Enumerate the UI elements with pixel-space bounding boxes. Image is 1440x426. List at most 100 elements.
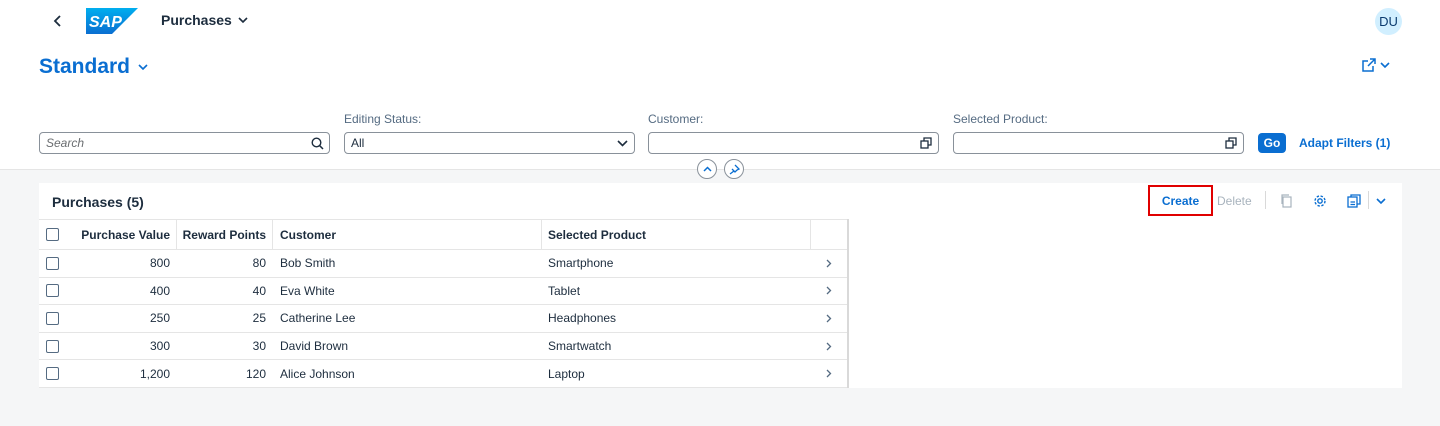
app-title: Purchases — [161, 12, 232, 28]
table-row[interactable]: 250 25 Catherine Lee Headphones — [39, 305, 848, 333]
customer-label: Customer: — [648, 112, 704, 126]
table-edge — [847, 219, 849, 388]
search-placeholder: Search — [46, 136, 85, 150]
column-divider — [272, 220, 273, 250]
chevron-right-icon — [823, 368, 835, 380]
row-select-cell — [46, 360, 59, 387]
row-checkbox[interactable] — [46, 311, 59, 325]
editing-status-label: Editing Status: — [344, 112, 422, 126]
pin-icon — [729, 164, 740, 175]
cell-selected-product: Laptop — [548, 366, 585, 381]
row-select-cell — [46, 333, 59, 360]
row-navigation[interactable] — [823, 360, 835, 387]
app-title-menu[interactable]: Purchases — [161, 12, 248, 28]
cell-purchase-value: 250 — [149, 311, 170, 326]
cell-selected-product: Tablet — [548, 283, 581, 298]
cell-selected-product: Headphones — [548, 311, 617, 326]
go-button[interactable]: Go — [1258, 133, 1286, 153]
row-checkbox[interactable] — [46, 339, 59, 353]
settings-icon[interactable] — [1312, 193, 1328, 209]
cell-reward-points: 120 — [245, 366, 266, 381]
cell-reward-points: 30 — [252, 339, 266, 354]
table-row[interactable]: 800 80 Bob Smith Smartphone — [39, 250, 848, 278]
sap-logo-text: SAP — [89, 14, 122, 31]
chevron-up-icon — [702, 166, 712, 172]
create-button[interactable]: Create — [1148, 185, 1213, 216]
cell-selected-product: Smartwatch — [548, 339, 612, 354]
editing-status-select[interactable]: All — [344, 132, 635, 154]
table-row[interactable]: 400 40 Eva White Tablet — [39, 278, 848, 306]
search-input[interactable]: Search — [39, 132, 330, 154]
sap-logo[interactable]: SAP — [86, 8, 138, 34]
column-header-reward-points[interactable]: Reward Points — [177, 220, 266, 249]
row-navigation[interactable] — [823, 305, 835, 332]
column-header-customer[interactable]: Customer — [280, 220, 336, 249]
cell-reward-points: 25 — [252, 311, 266, 326]
column-header-selected-product[interactable]: Selected Product — [548, 220, 646, 249]
cell-customer: Alice Johnson — [280, 366, 355, 381]
page-header: Standard Search Editing Status: All Cust… — [0, 42, 1440, 179]
table-row[interactable]: 1,200 120 Alice Johnson Laptop — [39, 360, 848, 388]
cell-selected-product: Smartphone — [548, 256, 614, 271]
toolbar-separator — [1265, 191, 1266, 209]
cell-customer: Eva White — [280, 283, 335, 298]
chevron-left-icon — [53, 15, 61, 27]
search-icon[interactable] — [310, 136, 324, 150]
cell-reward-points: 40 — [252, 283, 266, 298]
row-select-cell — [46, 305, 59, 332]
user-avatar[interactable]: DU — [1375, 8, 1402, 35]
share-button[interactable] — [1362, 58, 1390, 72]
cell-customer: David Brown — [280, 339, 349, 354]
chevron-down-icon — [1380, 61, 1390, 68]
collapse-header-button[interactable] — [697, 159, 717, 179]
table-row[interactable]: 300 30 David Brown Smartwatch — [39, 333, 848, 361]
row-select-cell — [46, 250, 59, 277]
delete-button[interactable]: Delete — [1217, 194, 1252, 208]
chevron-down-icon — [1376, 197, 1386, 204]
chevron-down-icon — [238, 16, 248, 23]
cell-purchase-value: 300 — [149, 339, 170, 354]
variant-title: Standard — [39, 55, 131, 78]
table-title: Purchases (5) — [52, 194, 144, 210]
pin-header-button[interactable] — [724, 159, 744, 179]
row-checkbox[interactable] — [46, 256, 59, 270]
chevron-down-icon — [138, 63, 148, 70]
selected-product-field[interactable] — [953, 132, 1244, 154]
copy-icon[interactable] — [1278, 193, 1294, 209]
editing-status-value: All — [351, 136, 365, 150]
cell-purchase-value: 1,200 — [139, 366, 170, 381]
row-navigation[interactable] — [823, 250, 835, 277]
chevron-right-icon — [823, 340, 835, 352]
adapt-filters-button[interactable]: Adapt Filters (1) — [1299, 136, 1390, 150]
back-button[interactable] — [48, 11, 68, 31]
customer-field[interactable] — [648, 132, 939, 154]
value-help-icon[interactable] — [919, 136, 933, 150]
column-header-purchase-value[interactable]: Purchase Value — [76, 220, 170, 249]
row-navigation[interactable] — [823, 278, 835, 305]
variant-selector[interactable]: Standard — [39, 55, 148, 79]
chevron-right-icon — [823, 257, 835, 269]
cell-customer: Bob Smith — [280, 256, 336, 271]
shell-bar: SAP Purchases DU — [0, 0, 1440, 42]
row-checkbox[interactable] — [46, 284, 59, 298]
select-all-checkbox[interactable] — [46, 228, 59, 241]
cell-reward-points: 80 — [252, 256, 266, 271]
row-navigation[interactable] — [823, 333, 835, 360]
table-header-row: Purchase Value Reward Points Customer Se… — [39, 220, 848, 250]
chevron-down-icon[interactable] — [615, 136, 629, 150]
chevron-right-icon — [823, 312, 835, 324]
purchases-table: Purchase Value Reward Points Customer Se… — [39, 219, 848, 388]
share-icon — [1362, 58, 1376, 72]
export-icon[interactable] — [1346, 193, 1362, 209]
selected-product-label: Selected Product: — [953, 112, 1048, 126]
cell-customer: Catherine Lee — [280, 311, 356, 326]
column-divider — [541, 220, 542, 250]
cell-purchase-value: 800 — [149, 256, 170, 271]
value-help-icon[interactable] — [1224, 136, 1238, 150]
select-all-cell — [46, 220, 59, 249]
row-checkbox[interactable] — [46, 367, 59, 381]
row-select-cell — [46, 278, 59, 305]
chevron-right-icon — [823, 285, 835, 297]
export-menu-button[interactable] — [1373, 193, 1389, 209]
purchases-table-card: Purchases (5) Create Delete Purchase Val… — [39, 183, 1402, 388]
